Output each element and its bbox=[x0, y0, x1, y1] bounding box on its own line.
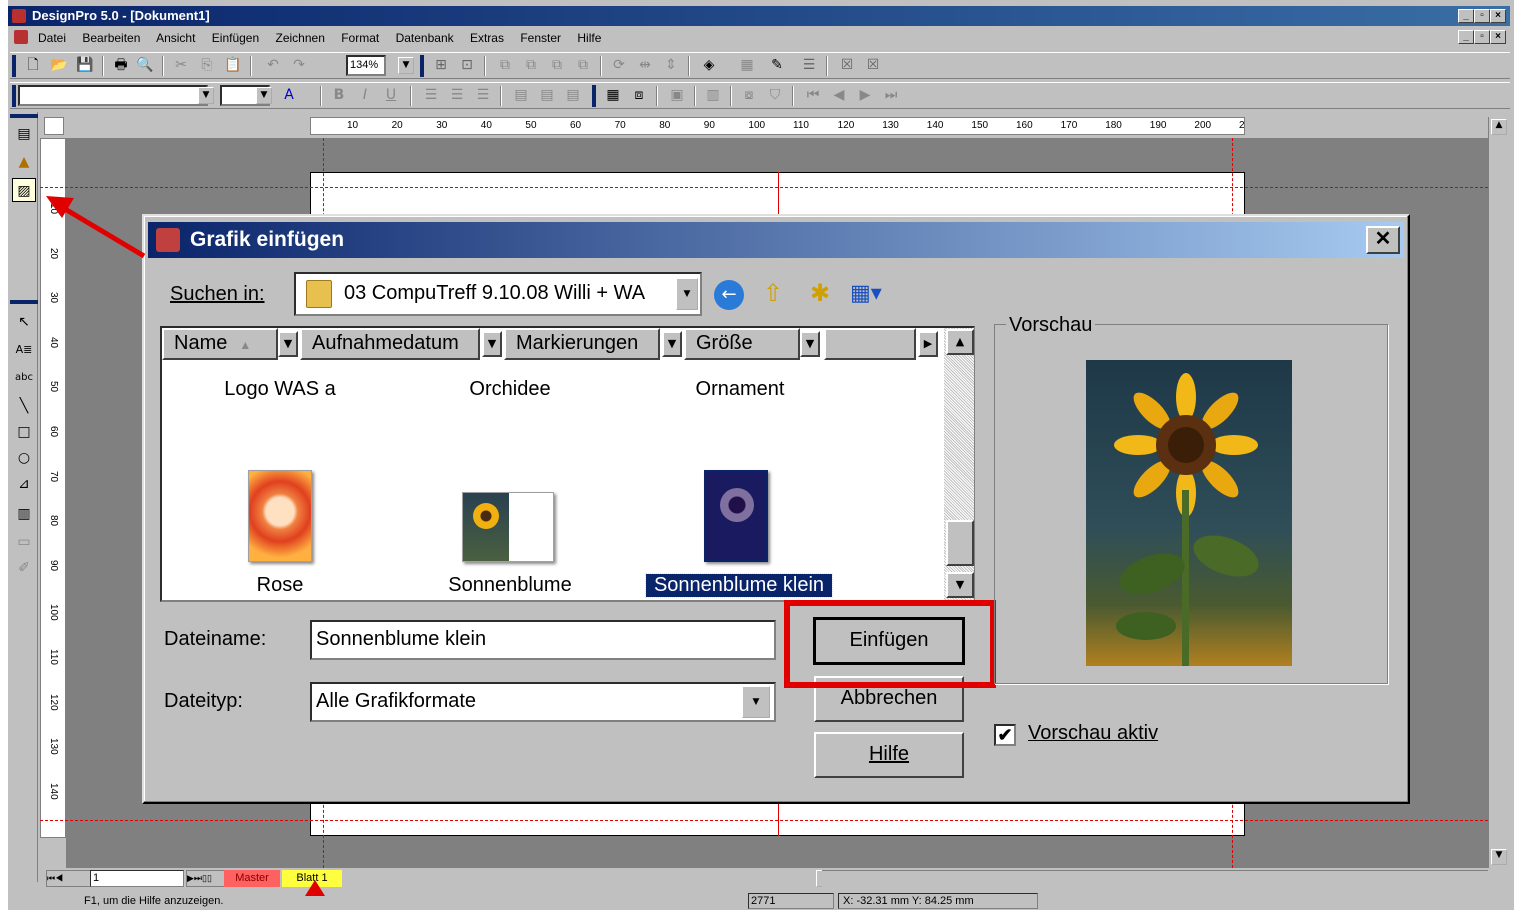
annotation-arrows bbox=[46, 196, 325, 896]
